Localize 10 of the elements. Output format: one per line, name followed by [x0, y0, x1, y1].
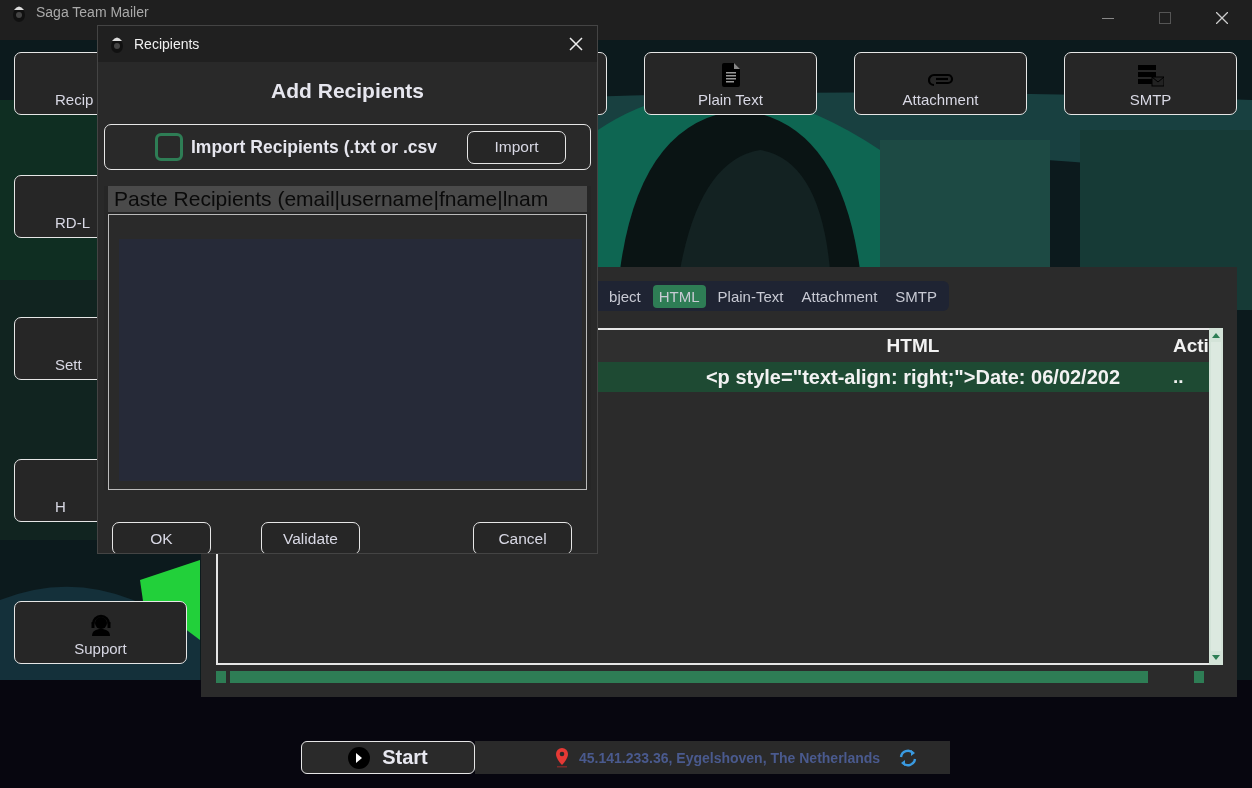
window-title: Saga Team Mailer: [36, 4, 149, 20]
column-header: Acti: [1173, 335, 1209, 357]
table-cell-text: ..: [1173, 366, 1185, 388]
dialog-title: Recipients: [134, 36, 200, 52]
column-header: HTML: [885, 335, 941, 357]
dialog-heading: Add Recipients: [270, 79, 425, 103]
checkbox-label: Import Recipients (.txt or .csv: [191, 136, 438, 158]
location-text: 45.141.233.36, Eygelshoven, The Netherlands: [579, 749, 881, 766]
table-cell-text: <p style="text-align: right;">Date: 06/02/202: [704, 365, 1122, 389]
paste-label: Paste Recipients (email|username|fname|lnam: [108, 186, 587, 212]
